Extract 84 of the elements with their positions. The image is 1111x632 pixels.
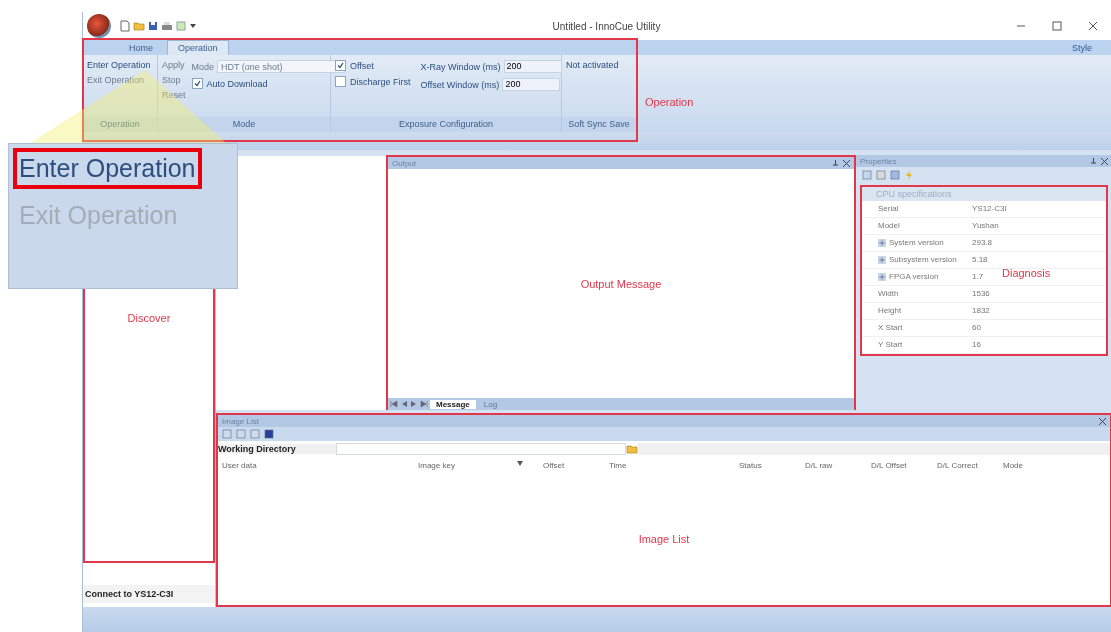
property-value: 16 xyxy=(972,340,981,349)
property-value: 60 xyxy=(972,323,981,332)
property-value: 5.18 xyxy=(972,255,988,264)
column-header[interactable]: Offset xyxy=(543,460,565,470)
column-header[interactable]: D/L Offset xyxy=(871,460,907,470)
last-icon[interactable] xyxy=(420,400,428,408)
group-label: Operation xyxy=(83,117,157,132)
ribbon-tab[interactable]: Operation xyxy=(167,40,229,55)
field-label: X-Ray Window (ms) xyxy=(420,61,501,72)
activation-status: Not activated xyxy=(566,60,619,72)
close-icon[interactable] xyxy=(1099,417,1106,425)
column-header[interactable]: Status xyxy=(739,460,762,470)
app-menu-button[interactable] xyxy=(87,14,111,38)
annotation-label: Output Message xyxy=(580,277,662,290)
property-name: System version xyxy=(889,237,944,249)
column-header[interactable]: D/L raw xyxy=(805,460,833,470)
panel-title: Output xyxy=(392,158,416,168)
expand-icon[interactable] xyxy=(878,256,886,264)
property-name: FPGA version xyxy=(889,271,939,283)
checkbox[interactable] xyxy=(335,76,346,87)
property-name: Model xyxy=(878,220,900,232)
first-icon[interactable] xyxy=(390,400,398,408)
mode-dropdown[interactable]: HDT (one shot) xyxy=(217,60,346,73)
panel-title: Image List xyxy=(222,416,259,426)
group-label: Exposure Configuration xyxy=(331,117,561,132)
checkbox[interactable] xyxy=(191,78,203,89)
property-name: Height xyxy=(878,305,902,317)
field-label: Working Directory xyxy=(218,444,336,454)
column-header[interactable]: Mode xyxy=(1003,460,1023,470)
folder-icon[interactable] xyxy=(626,444,638,454)
column-header[interactable]: D/L Correct xyxy=(937,460,978,470)
directory-field[interactable] xyxy=(336,443,626,455)
save-icon[interactable] xyxy=(148,21,158,31)
annotation-label: Operation xyxy=(645,96,694,108)
output-tab[interactable]: Message xyxy=(430,399,476,409)
pin-icon[interactable] xyxy=(832,159,839,167)
field-label: Mode xyxy=(191,61,215,72)
maximize-icon[interactable] xyxy=(1052,21,1062,31)
checkbox-label[interactable]: Auto Download xyxy=(206,78,268,89)
annotation-label: Diagnosis xyxy=(1002,267,1051,279)
column-header[interactable]: Time xyxy=(609,460,627,470)
property-name: Width xyxy=(878,288,899,300)
property-value: YS12-C3I xyxy=(972,204,1007,213)
ribbon-button[interactable]: Enter Operation xyxy=(87,60,153,70)
print-icon[interactable] xyxy=(161,21,173,31)
property-value: Yushan xyxy=(972,221,999,230)
caret-icon[interactable] xyxy=(189,22,197,30)
column-header[interactable]: Image key xyxy=(418,460,455,470)
property-value: 1832 xyxy=(972,306,990,315)
checkbox[interactable] xyxy=(335,60,346,71)
property-name: Y Start xyxy=(878,339,903,351)
new-file-icon[interactable] xyxy=(120,20,130,32)
ribbon-tab[interactable]: Home xyxy=(119,41,163,55)
expand-icon[interactable] xyxy=(878,273,886,281)
group-label: Mode xyxy=(158,117,330,132)
next-icon[interactable] xyxy=(410,400,418,408)
property-name: X Start xyxy=(878,322,903,334)
property-value: 293.8 xyxy=(972,238,993,247)
close-icon[interactable] xyxy=(1101,157,1108,165)
annotation-label: Discover xyxy=(127,312,171,326)
property-name: Subsystem version xyxy=(889,254,957,266)
checkbox-label[interactable]: Discharge First xyxy=(350,76,411,87)
close-icon[interactable] xyxy=(843,159,850,167)
pin-icon[interactable] xyxy=(1090,157,1097,165)
expand-icon[interactable] xyxy=(878,239,886,247)
property-value: 1536 xyxy=(972,289,990,298)
style-menu[interactable]: Style xyxy=(1072,42,1092,53)
previous-icon[interactable] xyxy=(400,400,408,408)
annotation-label: Image List xyxy=(638,532,690,545)
connection-status: Connect to YS12-C3I xyxy=(83,585,215,603)
number-field[interactable]: 200 xyxy=(503,60,562,73)
dropdown-icon[interactable] xyxy=(517,460,523,466)
window-title: Untitled - InnoCue Utility xyxy=(551,20,662,32)
panel-title: Properties xyxy=(860,156,897,166)
folder-icon[interactable] xyxy=(133,21,145,31)
column-header[interactable]: User data xyxy=(222,460,257,470)
close-icon[interactable] xyxy=(1088,21,1098,31)
property-name: Serial xyxy=(878,203,899,215)
group-label: Soft Sync Save xyxy=(562,117,636,132)
ribbon-button[interactable]: Enter Operation xyxy=(13,148,202,189)
field-label: Offset Window (ms) xyxy=(420,79,500,90)
property-value: 1.7 xyxy=(972,272,984,281)
checkbox-label[interactable]: Offset xyxy=(350,60,374,71)
number-field[interactable]: 200 xyxy=(502,78,561,91)
